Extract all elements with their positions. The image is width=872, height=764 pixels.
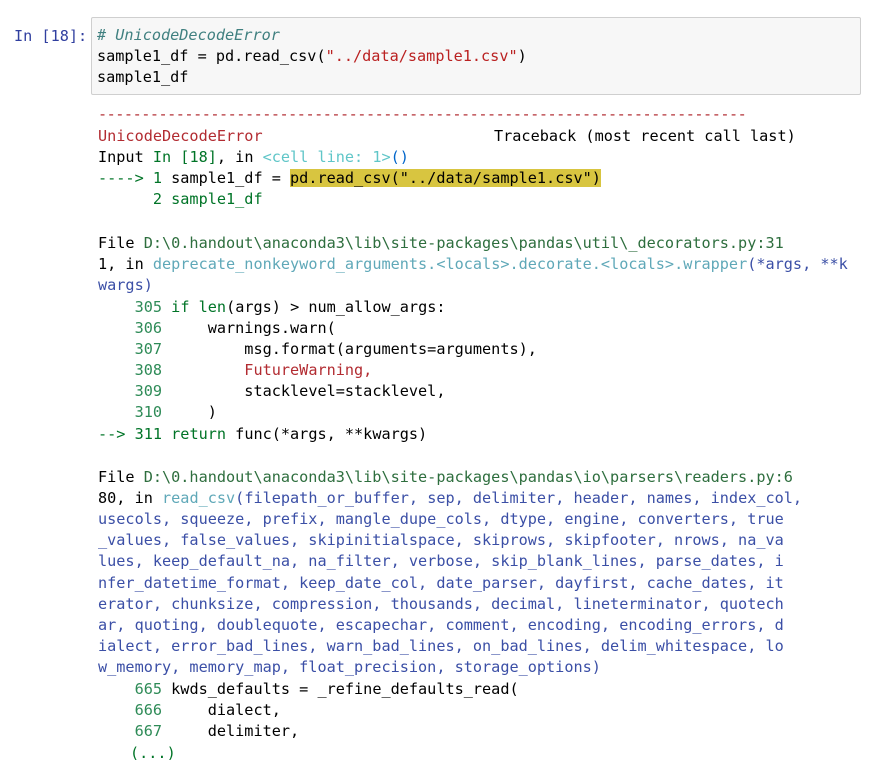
function-name: read_csv [162, 489, 236, 507]
code-string: "../data/sample1.csv" [325, 47, 518, 65]
frame1-code-305: 305 if len(args) > num_allow_args: [98, 297, 446, 318]
file-path-cont: 1, in [98, 255, 153, 273]
code-line-display: sample1_df [97, 68, 189, 86]
frame2-func-line: 80, in read_csv(filepath_or_buffer, sep,… [98, 488, 802, 509]
code-text: func(*args, **kwargs) [226, 425, 428, 443]
frame1-code-306: 306 warnings.warn( [98, 318, 336, 339]
error-arrow: ----> 1 [98, 169, 172, 187]
code-text: stacklevel=stacklevel, [162, 382, 446, 400]
input-label: Input [98, 148, 153, 166]
function-args: (*args, **k [747, 255, 848, 273]
code-comment: # UnicodeDecodeError [97, 26, 280, 44]
code-text: msg.format(arguments=arguments), [162, 340, 537, 358]
line-number: 305 [134, 298, 163, 316]
frame2-file-line: File D:\0.handout\anaconda3\lib\site-pac… [98, 467, 793, 488]
frame2-code-666: 666 dialect, [98, 700, 281, 721]
line-number: 665 [134, 680, 163, 698]
frame2-sig-line: ar, quoting, doublequote, escapechar, co… [98, 616, 784, 634]
line-number: 308 [134, 361, 163, 379]
code-text: ) [517, 47, 527, 65]
code-cell-input[interactable]: # UnicodeDecodeError sample1_df = pd.rea… [91, 17, 861, 95]
line-number: 667 [134, 722, 163, 740]
code-text: 2 sample1_df [98, 190, 263, 208]
frame1-args-cont: wargs) [98, 276, 153, 294]
input-parens: () [390, 148, 409, 166]
frame1-code-310: 310 ) [98, 402, 217, 423]
input-prompt: In [18]: [14, 27, 88, 45]
code-text: sample1_df = [171, 169, 291, 187]
input-cell-func: <cell line: 1> [262, 148, 391, 166]
input-cell-ref: In [18] [152, 148, 217, 166]
frame2-sig-line: ialect, error_bad_lines, warn_bad_lines,… [98, 637, 784, 655]
file-path: D:\0.handout\anaconda3\lib\site-packages… [143, 468, 793, 486]
highlighted-call: pd.read_csv("../data/sample1.csv") [290, 169, 601, 187]
frame1-code-309: 309 stacklevel=stacklevel, [98, 381, 446, 402]
code-text: if len(args) > num_allow_args: [171, 298, 446, 316]
frame2-sig-line: lues, keep_default_na, na_filter, verbos… [98, 552, 784, 570]
line-number: 309 [134, 382, 163, 400]
code-text: sample1_df = pd.read_csv( [97, 47, 326, 65]
keyword: return [171, 425, 227, 443]
frame2-code-665: 665 kwds_defaults = _refine_defaults_rea… [98, 679, 519, 700]
error-arrow: --> 311 [98, 425, 172, 443]
frame2-sig-line: _values, false_values, skipinitialspace,… [98, 531, 784, 549]
code-text: FutureWarning, [162, 361, 373, 379]
file-label: File [98, 234, 144, 252]
traceback-line-1: ----> 1 sample1_df = pd.read_csv("../dat… [98, 168, 601, 189]
line-number: 666 [134, 701, 163, 719]
input-mid: , in [216, 148, 263, 166]
frame1-code-311: --> 311 return func(*args, **kwargs) [98, 424, 427, 445]
line-number: 310 [134, 403, 163, 421]
frame2-sig-line: usecols, squeeze, prefix, mangle_dupe_co… [98, 510, 784, 528]
file-label: File [98, 468, 144, 486]
line-number: 307 [134, 340, 163, 358]
code-text: dialect, [162, 701, 281, 719]
input-frame-line: Input In [18], in <cell line: 1>() [98, 147, 409, 168]
traceback-line-2: 2 sample1_df [98, 189, 263, 210]
traceback-separator: ----------------------------------------… [98, 105, 747, 123]
code-text: warnings.warn( [162, 319, 336, 337]
code-text: ) [162, 403, 217, 421]
file-path: D:\0.handout\anaconda3\lib\site-packages… [143, 234, 784, 252]
code-line-read-csv: sample1_df = pd.read_csv("../data/sample… [97, 46, 527, 67]
traceback-title: Traceback (most recent call last) [494, 127, 796, 145]
traceback-header: UnicodeDecodeError Traceback (most recent… [98, 126, 796, 147]
frame1-file-line: File D:\0.handout\anaconda3\lib\site-pac… [98, 233, 784, 254]
frame2-sig-line: nfer_datetime_format, keep_date_col, dat… [98, 574, 784, 592]
file-path-cont: 80, in [98, 489, 163, 507]
frame2-sig-line: w_memory, memory_map, float_precision, s… [98, 658, 601, 676]
code-text: delimiter, [162, 722, 300, 740]
function-name: deprecate_nonkeyword_arguments.<locals>.… [152, 255, 748, 273]
function-args: (filepath_or_buffer, sep, delimiter, hea… [235, 489, 803, 507]
ellipsis: (...) [130, 744, 176, 762]
frame2-code-667: 667 delimiter, [98, 721, 300, 742]
frame1-code-308: 308 FutureWarning, [98, 360, 373, 381]
frame1-code-307: 307 msg.format(arguments=arguments), [98, 339, 537, 360]
line-number: 306 [134, 319, 163, 337]
frame2-sig-line: erator, chunksize, compression, thousand… [98, 595, 784, 613]
frame1-func-line: 1, in deprecate_nonkeyword_arguments.<lo… [98, 254, 848, 275]
error-name: UnicodeDecodeError [98, 127, 263, 145]
code-text: kwds_defaults = _refine_defaults_read( [162, 680, 519, 698]
